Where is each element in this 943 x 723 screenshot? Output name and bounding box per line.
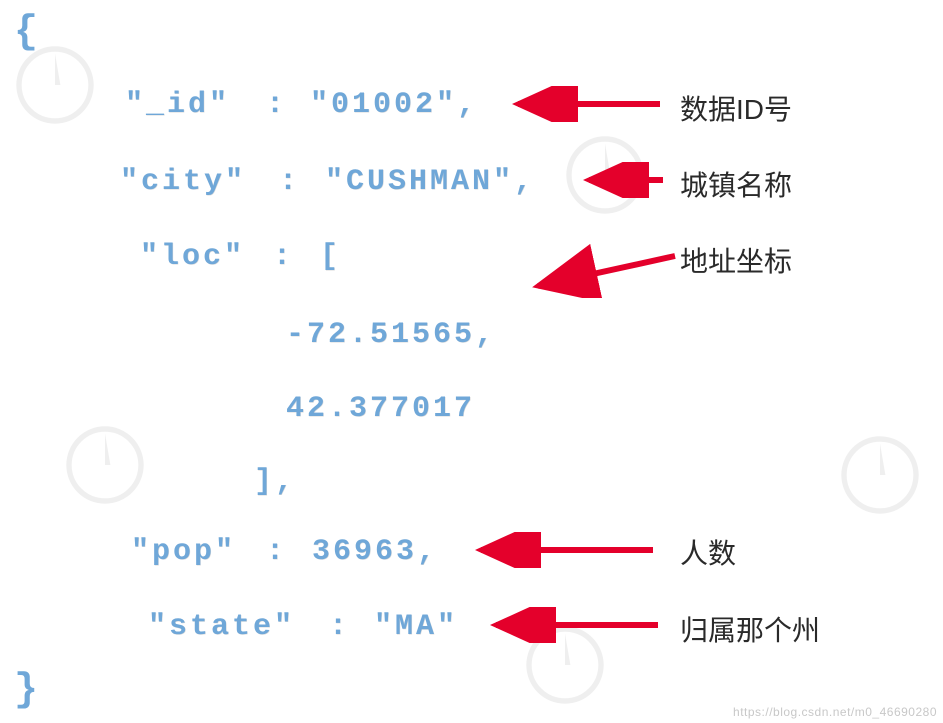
json-id-sep: : [245, 88, 308, 122]
annotation-state: 归属那个州 [680, 609, 820, 649]
json-loc-value-2: 42.377017 [286, 392, 475, 426]
watermark-url: https://blog.csdn.net/m0_46690280 [733, 705, 937, 719]
close-brace: } [14, 668, 38, 713]
json-pop-sep: : [245, 535, 308, 569]
json-loc-sep: : [252, 240, 315, 274]
annotation-loc: 地址坐标 [680, 240, 792, 280]
annotation-pop: 人数 [680, 532, 736, 572]
json-pop-key: "pop" [131, 535, 236, 569]
diagram-canvas: { "_id" : "01002", "city" : "CUSHMAN", "… [0, 0, 943, 723]
json-id-key: "_id" [125, 88, 230, 122]
watermark-logo [60, 420, 150, 510]
annotation-city: 城镇名称 [680, 164, 792, 204]
json-loc-key: "loc" [140, 240, 245, 274]
annotation-id: 数据ID号 [680, 88, 792, 128]
arrow-icon [500, 86, 670, 122]
json-city-value: "CUSHMAN", [325, 165, 535, 199]
json-id-value: "01002", [310, 88, 478, 122]
json-state-sep: : [308, 610, 371, 644]
json-loc-close: ], [254, 465, 296, 499]
json-loc-value-1: -72.51565, [286, 318, 496, 352]
arrow-icon [463, 532, 663, 568]
json-state-value: "MA" [374, 610, 458, 644]
open-brace: { [14, 10, 38, 55]
json-loc-open: [ [320, 240, 341, 274]
arrow-icon [571, 162, 671, 198]
json-state-key: "state" [148, 610, 295, 644]
json-city-key: "city" [120, 165, 246, 199]
json-pop-value: 36963, [312, 535, 438, 569]
watermark-logo [835, 430, 925, 520]
arrow-icon [520, 238, 690, 298]
arrow-icon [478, 607, 668, 643]
json-city-sep: : [258, 165, 321, 199]
